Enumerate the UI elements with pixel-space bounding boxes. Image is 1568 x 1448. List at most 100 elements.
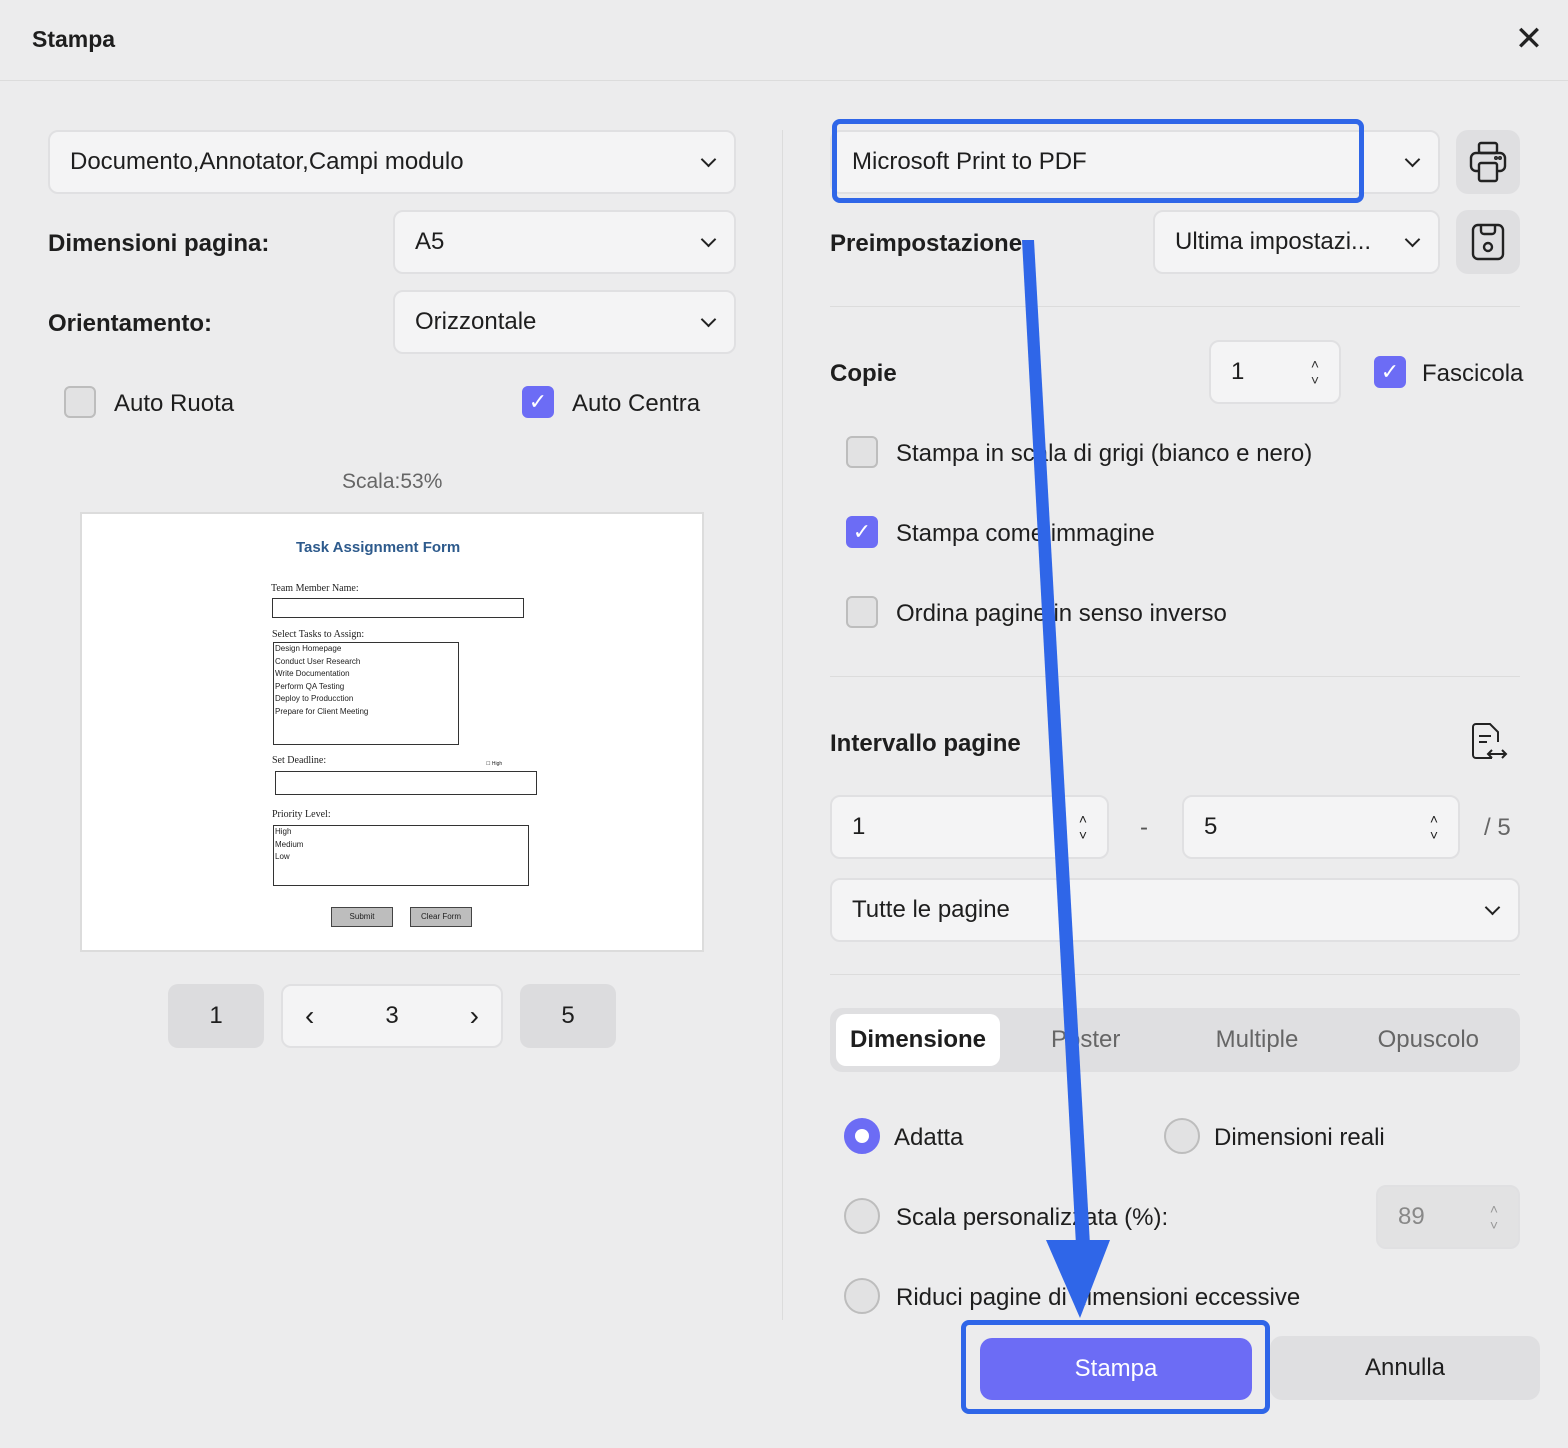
range-from-input[interactable]: 1 ˄ ˅ [830, 795, 1109, 859]
content-select[interactable]: Documento,Annotator,Campi modulo [48, 130, 736, 194]
stepper-arrows-icon[interactable]: ˄ ˅ [1311, 356, 1319, 388]
preview-label: High [491, 761, 503, 767]
preset-select[interactable]: Ultima impostazi... [1153, 210, 1440, 274]
printer-icon [1469, 141, 1507, 183]
shrink-radio[interactable] [844, 1278, 880, 1314]
preview-priority-list: High Medium Low [273, 825, 529, 886]
preview-submit-button: Submit [331, 907, 393, 927]
preview-list-item: High [275, 827, 292, 836]
page-subset-value: Tutte le pagine [852, 896, 1010, 923]
preview-field [275, 771, 537, 795]
tab-poster[interactable]: Poster [1000, 1014, 1171, 1066]
chevron-down-icon [700, 151, 717, 167]
preview-title: Task Assignment Form [296, 539, 461, 556]
copies-stepper[interactable]: 1 ˄ ˅ [1209, 340, 1341, 404]
page-size-select[interactable]: A5 [393, 210, 736, 274]
orientation-label: Orientamento: [48, 310, 213, 337]
chevron-right-icon[interactable]: › [470, 1000, 479, 1032]
grayscale-label: Stampa in scala di grigi (bianco e nero) [896, 440, 1313, 467]
divider [830, 306, 1520, 307]
last-page-button[interactable]: 5 [520, 984, 616, 1048]
page-subset-select[interactable]: Tutte le pagine [830, 878, 1520, 942]
tab-multiple[interactable]: Multiple [1171, 1014, 1342, 1066]
print-as-image-checkbox[interactable]: ✓ [846, 516, 878, 548]
preview-label: Select Tasks to Assign: [272, 629, 365, 640]
copies-label: Copie [830, 360, 897, 387]
collate-checkbox[interactable]: ✓ [1374, 356, 1406, 388]
preview-label: Team Member Name: [271, 583, 359, 594]
chevron-down-icon [1404, 151, 1421, 167]
preview-list-item: Write Documentation [275, 669, 350, 679]
auto-center-checkbox[interactable]: ✓ [522, 386, 554, 418]
range-to-input[interactable]: 5 ˄ ˅ [1182, 795, 1460, 859]
fit-radio[interactable] [844, 1118, 880, 1154]
preview-list-item: Deploy to Producction [275, 694, 354, 704]
preview-label: Set Deadline: [272, 755, 327, 766]
page-size-value: A5 [415, 228, 445, 255]
preview-list-item: Conduct User Research [275, 656, 361, 666]
cancel-button[interactable]: Annulla [1270, 1336, 1540, 1400]
arrow-shaft [1022, 240, 1090, 1245]
sizing-tabs: Dimensione Poster Multiple Opuscolo [830, 1008, 1520, 1072]
orientation-select[interactable]: Orizzontale [393, 290, 736, 354]
reverse-order-label: Ordina pagine in senso inverso [896, 600, 1227, 627]
preview-list-item: Medium [275, 839, 304, 849]
reverse-order-checkbox[interactable] [846, 596, 878, 628]
swap-range-icon[interactable] [1470, 722, 1508, 767]
scale-label: Scala:53% [342, 470, 443, 493]
range-total: / 5 [1484, 814, 1511, 841]
preview-list-item: Perform QA Testing [275, 681, 345, 691]
current-page[interactable]: 3 [385, 1002, 398, 1030]
custom-scale-input[interactable]: 89 ˄ ˅ [1376, 1185, 1520, 1249]
highlight-box [961, 1320, 1270, 1414]
save-preset-button[interactable] [1456, 210, 1520, 274]
preset-value: Ultima impostazi... [1175, 228, 1372, 255]
custom-scale-value: 89 [1398, 1203, 1425, 1230]
preview-list-item: Low [275, 852, 290, 862]
grayscale-checkbox[interactable] [846, 436, 878, 468]
actual-size-label: Dimensioni reali [1214, 1124, 1385, 1151]
printer-properties-button[interactable] [1456, 130, 1520, 194]
chevron-down-icon [1484, 899, 1501, 915]
close-icon[interactable]: ✕ [1512, 22, 1546, 58]
chevron-down-icon [1404, 231, 1421, 247]
page-size-label: Dimensioni pagina: [48, 230, 270, 257]
preview-label: Priority Level: [272, 809, 331, 820]
custom-scale-label: Scala personalizzata (%): [896, 1204, 1169, 1231]
stepper-arrows-icon[interactable]: ˄ ˅ [1079, 811, 1087, 843]
range-to-value: 5 [1204, 813, 1218, 840]
save-icon [1471, 223, 1505, 261]
preview-list-item: Design Homepage [275, 644, 342, 653]
page-preview: Task Assignment Form Team Member Name: S… [80, 512, 704, 952]
custom-scale-radio[interactable] [844, 1198, 880, 1234]
chevron-down-icon [700, 311, 717, 327]
preview-task-list: Design Homepage Conduct User Research Wr… [273, 642, 459, 745]
tab-opuscolo[interactable]: Opuscolo [1343, 1014, 1514, 1066]
stepper-arrows-icon[interactable]: ˄ ˅ [1490, 1201, 1498, 1233]
preview-clear-button: Clear Form [410, 907, 472, 927]
shrink-label: Riduci pagine di dimensioni eccessive [896, 1284, 1301, 1311]
actual-size-radio[interactable] [1164, 1118, 1200, 1154]
range-separator: - [1140, 814, 1148, 841]
page-range-label: Intervallo pagine [830, 730, 1021, 757]
preview-list-item: Prepare for Client Meeting [275, 706, 369, 716]
divider [0, 80, 1568, 81]
chevron-down-icon [700, 231, 717, 247]
auto-rotate-label: Auto Ruota [114, 390, 235, 417]
print-as-image-label: Stampa come immagine [896, 520, 1155, 547]
divider [782, 130, 783, 1320]
chevron-left-icon[interactable]: ‹ [305, 1000, 314, 1032]
preview-high-checkbox: ☐ High [486, 761, 503, 767]
page-navigator: ‹ 3 › [281, 984, 503, 1048]
orientation-value: Orizzontale [415, 308, 537, 335]
stepper-arrows-icon[interactable]: ˄ ˅ [1430, 811, 1438, 843]
auto-rotate-checkbox[interactable] [64, 386, 96, 418]
auto-center-label: Auto Centra [572, 390, 701, 417]
content-select-value: Documento,Annotator,Campi modulo [70, 148, 464, 175]
copies-value: 1 [1231, 358, 1245, 385]
range-from-value: 1 [852, 813, 866, 840]
highlight-box [832, 119, 1364, 203]
tab-dimensione[interactable]: Dimensione [836, 1014, 1000, 1066]
first-page-button[interactable]: 1 [168, 984, 264, 1048]
collate-label: Fascicola [1422, 360, 1524, 387]
